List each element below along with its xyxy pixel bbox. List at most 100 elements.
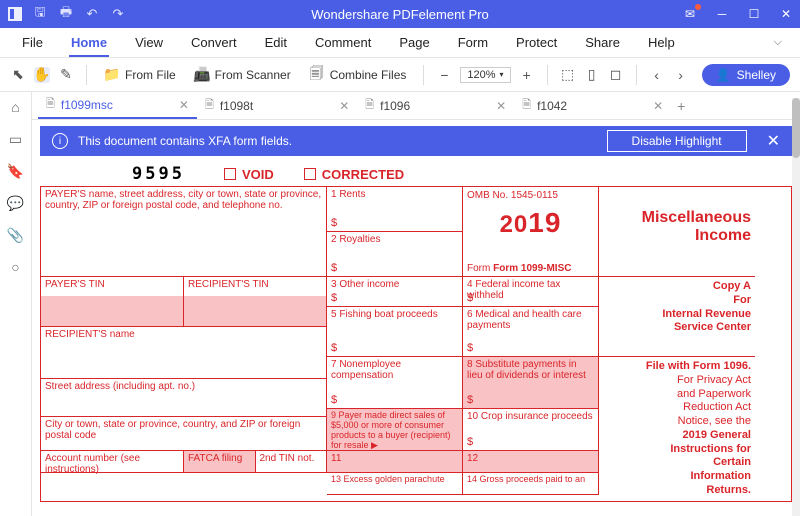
disable-highlight-button[interactable]: Disable Highlight xyxy=(607,130,747,152)
combine-label: Combine Files xyxy=(330,68,407,82)
box-12[interactable]: 12 xyxy=(463,451,599,473)
attachments-icon[interactable]: 📎 xyxy=(7,226,25,244)
zoom-out-icon[interactable]: − xyxy=(436,67,452,83)
box-4-fedtax[interactable]: 4 Federal income tax withheld$ xyxy=(463,277,599,307)
box-11[interactable]: 11 xyxy=(327,451,463,473)
print-icon[interactable]: 🖶 xyxy=(58,6,74,22)
dollar: $ xyxy=(331,292,337,304)
dollar: $ xyxy=(467,292,473,304)
collapse-ribbon-icon[interactable]: ⌵ xyxy=(764,36,792,49)
tab-f1098t[interactable]: 🗎f1098t✕ xyxy=(197,92,357,119)
menu-share[interactable]: Share xyxy=(571,28,634,57)
from-file-button[interactable]: 📁From File xyxy=(99,67,181,83)
add-tab-icon[interactable]: + xyxy=(671,98,691,114)
street-address[interactable]: Street address (including apt. no.) xyxy=(41,379,327,417)
menu-view[interactable]: View xyxy=(121,28,177,57)
p7: Certain xyxy=(603,456,751,470)
tab-f1096[interactable]: 🗎f1096✕ xyxy=(357,92,514,119)
tab-close-icon[interactable]: ✕ xyxy=(496,99,506,113)
select-tool-icon[interactable]: ⬉ xyxy=(10,67,26,83)
menu-protect[interactable]: Protect xyxy=(502,28,571,57)
from-scanner-button[interactable]: 📠 From Scanner xyxy=(189,67,296,83)
comments-icon[interactable]: 💬 xyxy=(7,194,25,212)
scrollbar-thumb[interactable] xyxy=(792,98,800,158)
folder-icon: 📁 xyxy=(104,67,120,83)
menu-help[interactable]: Help xyxy=(634,28,689,57)
box-3-other[interactable]: 3 Other income$ xyxy=(327,277,463,307)
box-13[interactable]: 13 Excess golden parachute xyxy=(327,473,463,495)
menu-edit[interactable]: Edit xyxy=(251,28,301,57)
tab-close-icon[interactable]: ✕ xyxy=(339,99,349,113)
scrollbar[interactable] xyxy=(792,98,800,516)
tab-f1099msc[interactable]: 🗎f1099msc✕ xyxy=(38,92,197,119)
box-8-sub[interactable]: 8 Substitute payments in lieu of dividen… xyxy=(463,357,599,409)
menu-convert[interactable]: Convert xyxy=(177,28,251,57)
maximize-icon[interactable]: ☐ xyxy=(746,6,762,22)
fatca[interactable]: FATCA filing xyxy=(184,451,256,473)
minimize-icon[interactable]: ─ xyxy=(714,6,730,22)
bookmarks-icon[interactable]: 🔖 xyxy=(7,162,25,180)
save-icon[interactable]: 🖫 xyxy=(32,6,48,22)
mail-icon[interactable]: ✉ xyxy=(682,6,698,22)
account-number[interactable]: Account number (see instructions) xyxy=(41,451,184,473)
tab-close-icon[interactable]: ✕ xyxy=(653,99,663,113)
second-tin[interactable]: 2nd TIN not. xyxy=(256,451,328,473)
thumbnails-icon[interactable]: ▭ xyxy=(7,130,25,148)
recipient-tin[interactable]: RECIPIENT'S TIN xyxy=(184,277,327,327)
void-checkbox[interactable] xyxy=(224,168,236,180)
hand-tool-icon[interactable]: ✋ xyxy=(34,67,50,83)
payer-tin[interactable]: PAYER'S TIN xyxy=(41,277,184,327)
home-icon[interactable]: ⌂ xyxy=(7,98,25,116)
titlebar: 🖫 🖶 ↶ ↷ Wondershare PDFelement Pro ✉ ─ ☐… xyxy=(0,0,800,28)
separator xyxy=(636,65,637,85)
fit-page-icon[interactable]: ▯ xyxy=(584,67,600,83)
prev-page-icon[interactable]: ‹ xyxy=(649,67,665,83)
payer-block[interactable]: PAYER'S name, street address, city or to… xyxy=(41,187,327,277)
menu-form[interactable]: Form xyxy=(444,28,502,57)
p3: Reduction Act xyxy=(603,401,751,415)
combine-button[interactable]: 🗐Combine Files xyxy=(304,67,412,83)
from-scanner-label: From Scanner xyxy=(215,68,291,82)
menu-file[interactable]: File xyxy=(8,28,57,57)
box-9[interactable]: 9 Payer made direct sales of $5,000 or m… xyxy=(327,409,463,451)
search-icon[interactable]: ○ xyxy=(7,258,25,276)
p4: Notice, see the xyxy=(603,415,751,429)
zoom-level[interactable]: 120%▾ xyxy=(460,67,510,83)
next-page-icon[interactable]: › xyxy=(673,67,689,83)
redo-icon[interactable]: ↷ xyxy=(110,6,126,22)
corrected-checkbox[interactable] xyxy=(304,168,316,180)
box-5-fishing[interactable]: 5 Fishing boat proceeds$ xyxy=(327,307,463,357)
notice-close-icon[interactable]: ✕ xyxy=(767,131,780,151)
zoom-in-icon[interactable]: + xyxy=(519,67,535,83)
user-chip[interactable]: 👤Shelley xyxy=(702,64,790,86)
box-7-nonemp[interactable]: 7 Nonemployee compensation$ xyxy=(327,357,463,409)
menu-comment[interactable]: Comment xyxy=(301,28,385,57)
actual-size-icon[interactable]: ◻ xyxy=(608,67,624,83)
box-1-rents[interactable]: 1 Rents$ xyxy=(327,187,463,232)
menu-page[interactable]: Page xyxy=(385,28,443,57)
tab-f1042[interactable]: 🗎f1042✕ xyxy=(514,92,671,119)
city-state[interactable]: City or town, state or province, country… xyxy=(41,417,327,451)
box-6-medical[interactable]: 6 Medical and health care payments$ xyxy=(463,307,599,357)
p1: For Privacy Act xyxy=(603,374,751,388)
menu-home[interactable]: Home xyxy=(57,28,121,57)
undo-icon[interactable]: ↶ xyxy=(84,6,100,22)
edit-tool-icon[interactable]: ✎ xyxy=(58,67,74,83)
sidebar: ⌂ ▭ 🔖 💬 📎 ○ xyxy=(0,92,32,516)
close-icon[interactable]: ✕ xyxy=(778,6,794,22)
city-label: City or town, state or province, country… xyxy=(45,419,322,441)
b5-label: 5 Fishing boat proceeds xyxy=(331,309,458,320)
payer-tin-field[interactable] xyxy=(41,296,183,326)
scanner-icon: 📠 xyxy=(194,67,210,83)
fit-width-icon[interactable]: ⬚ xyxy=(560,67,576,83)
menubar: File Home View Convert Edit Comment Page… xyxy=(0,28,800,58)
box-14[interactable]: 14 Gross proceeds paid to an xyxy=(463,473,599,495)
corrected-label: CORRECTED xyxy=(322,167,404,182)
recipient-tin-field[interactable] xyxy=(184,296,326,326)
box-2-royalties[interactable]: 2 Royalties$ xyxy=(327,232,463,277)
recipient-name[interactable]: RECIPIENT'S name xyxy=(41,327,327,379)
box-10-crop[interactable]: 10 Crop insurance proceeds$ xyxy=(463,409,599,451)
tab-close-icon[interactable]: ✕ xyxy=(179,98,189,112)
document-viewport[interactable]: 9595 VOID CORRECTED PAYER'S name, street… xyxy=(32,156,800,516)
doc-icon: 🗎 xyxy=(522,96,531,115)
